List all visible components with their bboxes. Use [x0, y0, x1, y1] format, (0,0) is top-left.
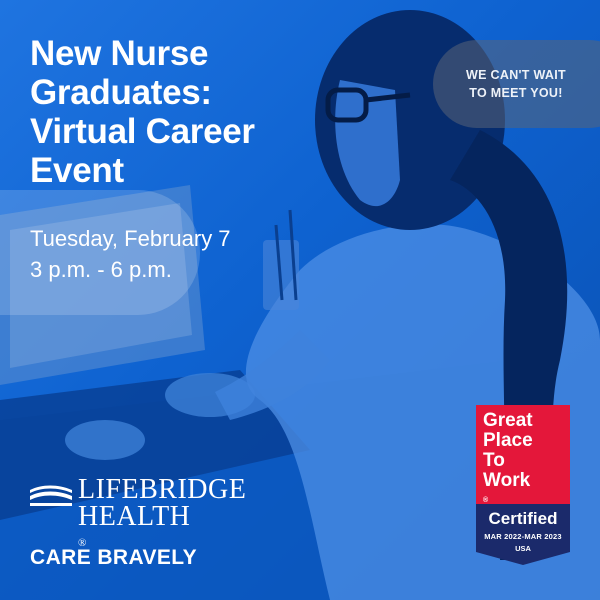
callout-line: TO MEET YOU! — [469, 86, 563, 100]
badge-country: USA — [515, 544, 531, 553]
event-title-line: New Nurse — [30, 34, 209, 73]
badge-line: Place — [483, 430, 533, 451]
callout-line: WE CAN'T WAIT — [466, 68, 566, 82]
event-date-time: Tuesday, February 7 3 p.m. - 6 p.m. — [30, 223, 231, 285]
badge-line: To — [483, 450, 505, 471]
badge-title: Great Place To Work ® — [483, 411, 533, 511]
badge-certified: Certified — [488, 509, 558, 528]
brand-tagline: CARE BRAVELY — [30, 546, 197, 569]
event-title-line: Virtual Career — [30, 112, 255, 151]
event-graphic: New Nurse Graduates: Virtual Career Even… — [0, 0, 600, 600]
brand-name-line: LIFEBRIDGE — [78, 474, 247, 505]
great-place-to-work-badge: Great Place To Work ® Certified MAR 2022-… — [476, 405, 570, 565]
badge-line: Great — [483, 410, 533, 431]
badge-dates: MAR 2022-MAR 2023 — [484, 532, 562, 541]
event-title: New Nurse Graduates: Virtual Career Even… — [30, 34, 330, 190]
badge-registered-mark: ® — [483, 497, 489, 504]
lifebridge-wave-icon — [30, 485, 72, 506]
brand-name: LIFEBRIDGE HEALTH ® — [78, 476, 246, 557]
callout-text: WE CAN'T WAIT TO MEET YOU! — [446, 66, 586, 102]
event-title-line: Graduates: — [30, 73, 212, 112]
event-time: 3 p.m. - 6 p.m. — [30, 257, 172, 282]
event-date: Tuesday, February 7 — [30, 226, 231, 251]
event-title-line: Event — [30, 151, 124, 190]
